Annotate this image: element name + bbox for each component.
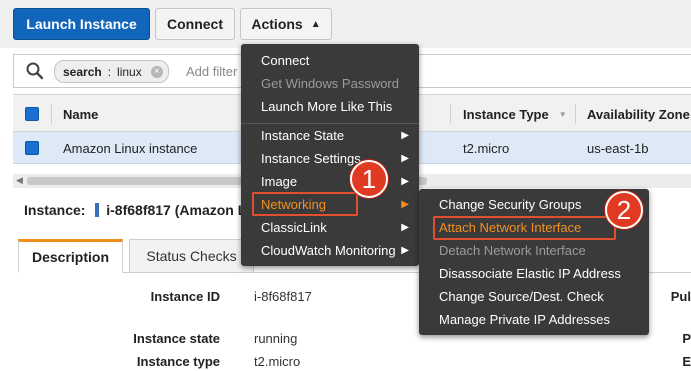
submenu-arrow-icon: ▶	[401, 222, 409, 233]
actions-label: Actions	[251, 16, 303, 32]
cell-instance-type: t2.micro	[463, 140, 510, 156]
submenu-arrow-icon: ▶	[401, 153, 409, 164]
chip-value: linux	[117, 64, 142, 79]
column-header-name[interactable]: Name	[63, 95, 98, 133]
chip-separator: :	[107, 64, 112, 79]
menu-item-label: CloudWatch Monitoring	[261, 243, 396, 258]
menu-item-label: Image	[261, 174, 298, 189]
select-all-checkbox[interactable]	[25, 107, 39, 121]
label-instance-type: Instance type	[136, 354, 220, 369]
menu-item-label: Instance Settings	[261, 151, 361, 166]
instance-color-bar	[95, 203, 100, 217]
column-header-label: Instance Type	[463, 106, 549, 122]
menu-item-launch-more-like-this[interactable]: Launch More Like This	[241, 95, 419, 118]
instance-prefix: Instance:	[24, 202, 86, 218]
filter-chip[interactable]: search : linux ×	[54, 60, 169, 83]
menu-item-change-source-dest-check[interactable]: Change Source/Dest. Check	[419, 285, 649, 308]
label-instance-id: Instance ID	[150, 289, 220, 304]
instance-id-text: i-8f68f817 (Amazon L	[106, 202, 247, 218]
step-badge-2: 2	[605, 191, 643, 229]
remove-chip-icon[interactable]: ×	[150, 66, 163, 78]
instance-heading: Instance: i-8f68f817 (Amazon L	[24, 202, 246, 218]
menu-item-instance-state[interactable]: Instance State ▶	[241, 124, 419, 147]
column-divider	[51, 104, 52, 124]
value-instance-id: i-8f68f817	[254, 289, 312, 304]
tab-status-checks[interactable]: Status Checks	[129, 239, 254, 273]
value-instance-state: running	[254, 331, 298, 346]
add-filter-input[interactable]: Add filter	[186, 64, 237, 79]
menu-item-detach-network-interface: Detach Network Interface	[439, 243, 586, 258]
menu-item-manage-private-ip-addresses[interactable]: Manage Private IP Addresses	[419, 308, 649, 331]
launch-instance-button[interactable]: Launch Instance	[13, 8, 150, 40]
submenu-arrow-icon: ▶	[401, 199, 409, 210]
networking-highlight-box	[252, 192, 358, 216]
attach-interface-highlight-box	[433, 216, 616, 240]
submenu-arrow-icon: ▶	[401, 176, 409, 187]
actions-menu: Connect Get Windows Password Launch More…	[241, 44, 419, 266]
sort-down-icon: ▼	[558, 109, 567, 119]
step-badge-1: 1	[350, 160, 388, 198]
chip-key: search	[63, 64, 102, 79]
label-instance-state: Instance state	[133, 331, 220, 346]
menu-item-cloudwatch-monitoring[interactable]: CloudWatch Monitoring ▶	[241, 239, 419, 262]
label-e-truncated: E	[682, 354, 691, 369]
menu-item-image[interactable]: Image ▶	[241, 170, 419, 193]
search-icon	[26, 62, 44, 83]
menu-item-label: Instance State	[261, 128, 345, 143]
top-toolbar: Launch Instance Connect Actions ▲	[0, 0, 691, 48]
menu-item-instance-settings[interactable]: Instance Settings ▶	[241, 147, 419, 170]
column-divider	[450, 104, 451, 124]
menu-item-classiclink[interactable]: ClassicLink ▶	[241, 216, 419, 239]
submenu-arrow-icon: ▶	[401, 245, 409, 256]
row-checkbox[interactable]	[25, 141, 39, 155]
menu-item-disassociate-elastic-ip[interactable]: Disassociate Elastic IP Address	[419, 262, 649, 285]
cell-availability-zone: us-east-1b	[587, 140, 649, 156]
connect-button[interactable]: Connect	[155, 8, 235, 40]
column-divider	[575, 104, 576, 124]
column-header-instance-type[interactable]: Instance Type ▼	[463, 95, 567, 133]
scroll-left-icon[interactable]: ◀	[16, 175, 23, 186]
cell-name: Amazon Linux instance	[63, 140, 198, 156]
column-header-availability-zone[interactable]: Availability Zone	[587, 95, 690, 133]
actions-button[interactable]: Actions ▲	[240, 8, 332, 40]
value-instance-type: t2.micro	[254, 354, 301, 369]
tab-description[interactable]: Description	[18, 239, 123, 273]
chevron-up-icon: ▲	[310, 18, 321, 30]
menu-item-label: ClassicLink	[261, 220, 327, 235]
menu-item-get-windows-password: Get Windows Password	[261, 76, 399, 91]
menu-item-connect[interactable]: Connect	[241, 49, 419, 72]
submenu-arrow-icon: ▶	[401, 130, 409, 141]
